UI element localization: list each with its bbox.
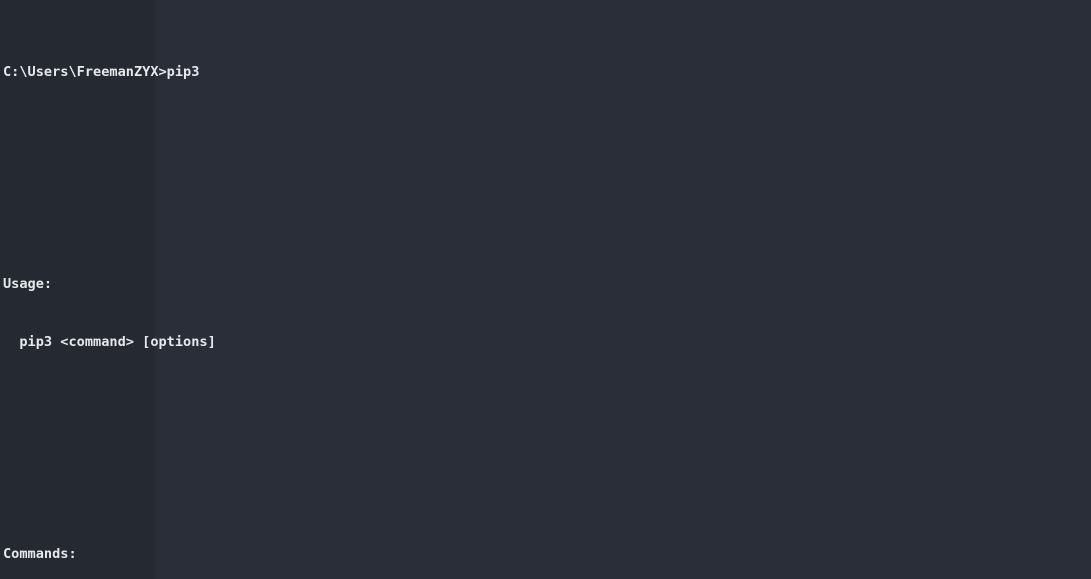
usage-line-text: pip3 <command> [options]	[3, 334, 216, 351]
commands-heading-text: Commands:	[3, 546, 77, 563]
prompt-text: C:\Users\FreemanZYX>pip3	[3, 63, 200, 80]
usage-line: pip3 <command> [options]	[3, 333, 1091, 352]
terminal-window[interactable]: C:\Users\FreemanZYX>pip3 Usage: pip3 <co…	[0, 0, 1091, 579]
prompt-line: C:\Users\FreemanZYX>pip3	[3, 63, 1091, 82]
commands-heading: Commands:	[3, 545, 1091, 564]
console-output: C:\Users\FreemanZYX>pip3 Usage: pip3 <co…	[0, 0, 1091, 579]
usage-heading-text: Usage:	[3, 276, 53, 293]
usage-heading: Usage:	[3, 275, 1091, 294]
